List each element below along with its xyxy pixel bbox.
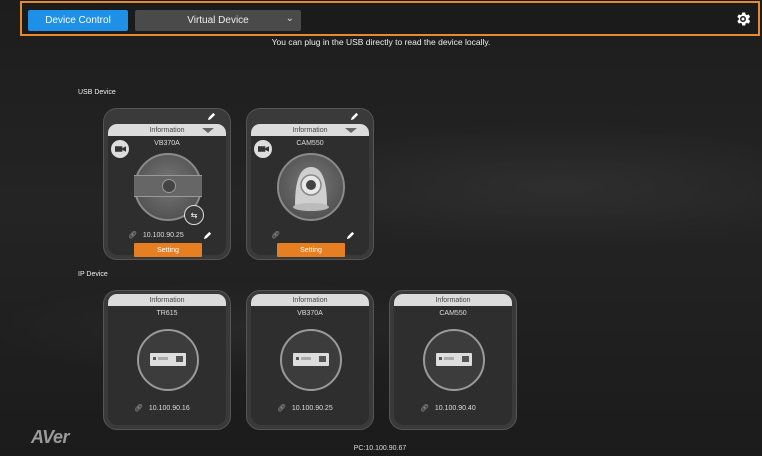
ptz-camera-graphic	[293, 167, 329, 211]
usb-device-card: Information CAM550 🔗︎ Setting	[246, 108, 374, 260]
device-ip-row: 🔗︎ 10.100.90.25	[128, 231, 213, 239]
link-icon: 🔗︎	[134, 405, 143, 412]
usb-hint-text: You can plug in the USB directly to read…	[271, 37, 491, 47]
top-toolbar: Device Control Virtual Device ⌄	[20, 1, 760, 36]
device-ip: 10.100.90.25	[291, 405, 333, 412]
virtual-device-select[interactable]: Virtual Device ⌄	[135, 10, 301, 31]
information-tab-label: Information	[149, 126, 185, 134]
device-ip-row: 🔗︎ 10.100.90.16	[134, 404, 224, 412]
usb-device-section-label: USB Device	[78, 89, 116, 96]
device-name: VB370A	[297, 310, 323, 317]
link-icon: 🔗︎	[277, 405, 286, 412]
device-name: TR615	[156, 310, 178, 317]
information-tab-label: Information	[435, 296, 471, 304]
information-tab-label: Information	[149, 296, 185, 304]
device-panel: CAM550 🔗︎ 10.100.90.40	[394, 306, 512, 425]
information-tab-label: Information	[292, 126, 328, 134]
device-ip: 10.100.90.25	[142, 232, 184, 239]
pencil-icon[interactable]	[203, 231, 212, 240]
device-panel: CAM550 🔗︎ Setting	[251, 136, 369, 257]
usb-device-card: Information VB370A ⇆ 🔗︎ 10.100.90.25 Set…	[103, 108, 231, 260]
device-ip: 10.100.90.16	[148, 405, 190, 412]
device-box-icon	[137, 329, 199, 391]
aver-logo: AVer	[31, 427, 70, 447]
device-ip-row: 🔗︎	[271, 231, 356, 239]
settings-gear-icon[interactable]	[734, 10, 752, 28]
setting-button[interactable]: Setting	[277, 243, 345, 257]
information-tab[interactable]: Information	[394, 294, 512, 306]
device-ip: 10.100.90.40	[434, 405, 476, 412]
device-ip-row: 🔗︎ 10.100.90.40	[420, 404, 510, 412]
ip-device-section-label: IP Device	[78, 271, 108, 278]
device-box-icon	[423, 329, 485, 391]
device-box-icon	[280, 329, 342, 391]
information-tab-label: Information	[292, 296, 328, 304]
device-panel: VB370A 🔗︎ 10.100.90.25	[251, 306, 369, 425]
device-control-button[interactable]: Device Control	[28, 10, 128, 31]
swap-icon[interactable]: ⇆	[184, 205, 204, 225]
link-icon: 🔗︎	[128, 232, 137, 239]
information-tab[interactable]: Information	[251, 124, 369, 136]
device-ip-row: 🔗︎ 10.100.90.25	[277, 404, 367, 412]
camera-icon	[111, 140, 129, 158]
chevron-down-icon: ⌄	[285, 13, 294, 24]
ip-device-card: Information CAM550 🔗︎ 10.100.90.40	[389, 290, 517, 430]
information-tab[interactable]: Information	[108, 294, 226, 306]
device-panel: VB370A ⇆ 🔗︎ 10.100.90.25 Setting	[108, 136, 226, 257]
pencil-icon[interactable]	[207, 112, 216, 121]
information-tab[interactable]: Information	[108, 124, 226, 136]
pencil-icon[interactable]	[346, 231, 355, 240]
device-name: CAM550	[439, 310, 467, 317]
virtual-device-label: Virtual Device	[187, 15, 249, 26]
lens-graphic	[162, 179, 176, 193]
link-icon: 🔗︎	[420, 405, 429, 412]
setting-button[interactable]: Setting	[134, 243, 202, 257]
collapse-triangle-icon	[202, 128, 214, 133]
ip-device-card: Information TR615 🔗︎ 10.100.90.16	[103, 290, 231, 430]
information-tab[interactable]: Information	[251, 294, 369, 306]
ip-device-card: Information VB370A 🔗︎ 10.100.90.25	[246, 290, 374, 430]
device-panel: TR615 🔗︎ 10.100.90.16	[108, 306, 226, 425]
soundbar-graphic	[134, 175, 202, 197]
device-image	[277, 153, 345, 221]
pc-ip-address: PC:10.100.90.67	[353, 445, 407, 452]
collapse-triangle-icon	[345, 128, 357, 133]
pencil-icon[interactable]	[350, 112, 359, 121]
link-icon: 🔗︎	[271, 232, 280, 239]
camera-icon	[254, 140, 272, 158]
